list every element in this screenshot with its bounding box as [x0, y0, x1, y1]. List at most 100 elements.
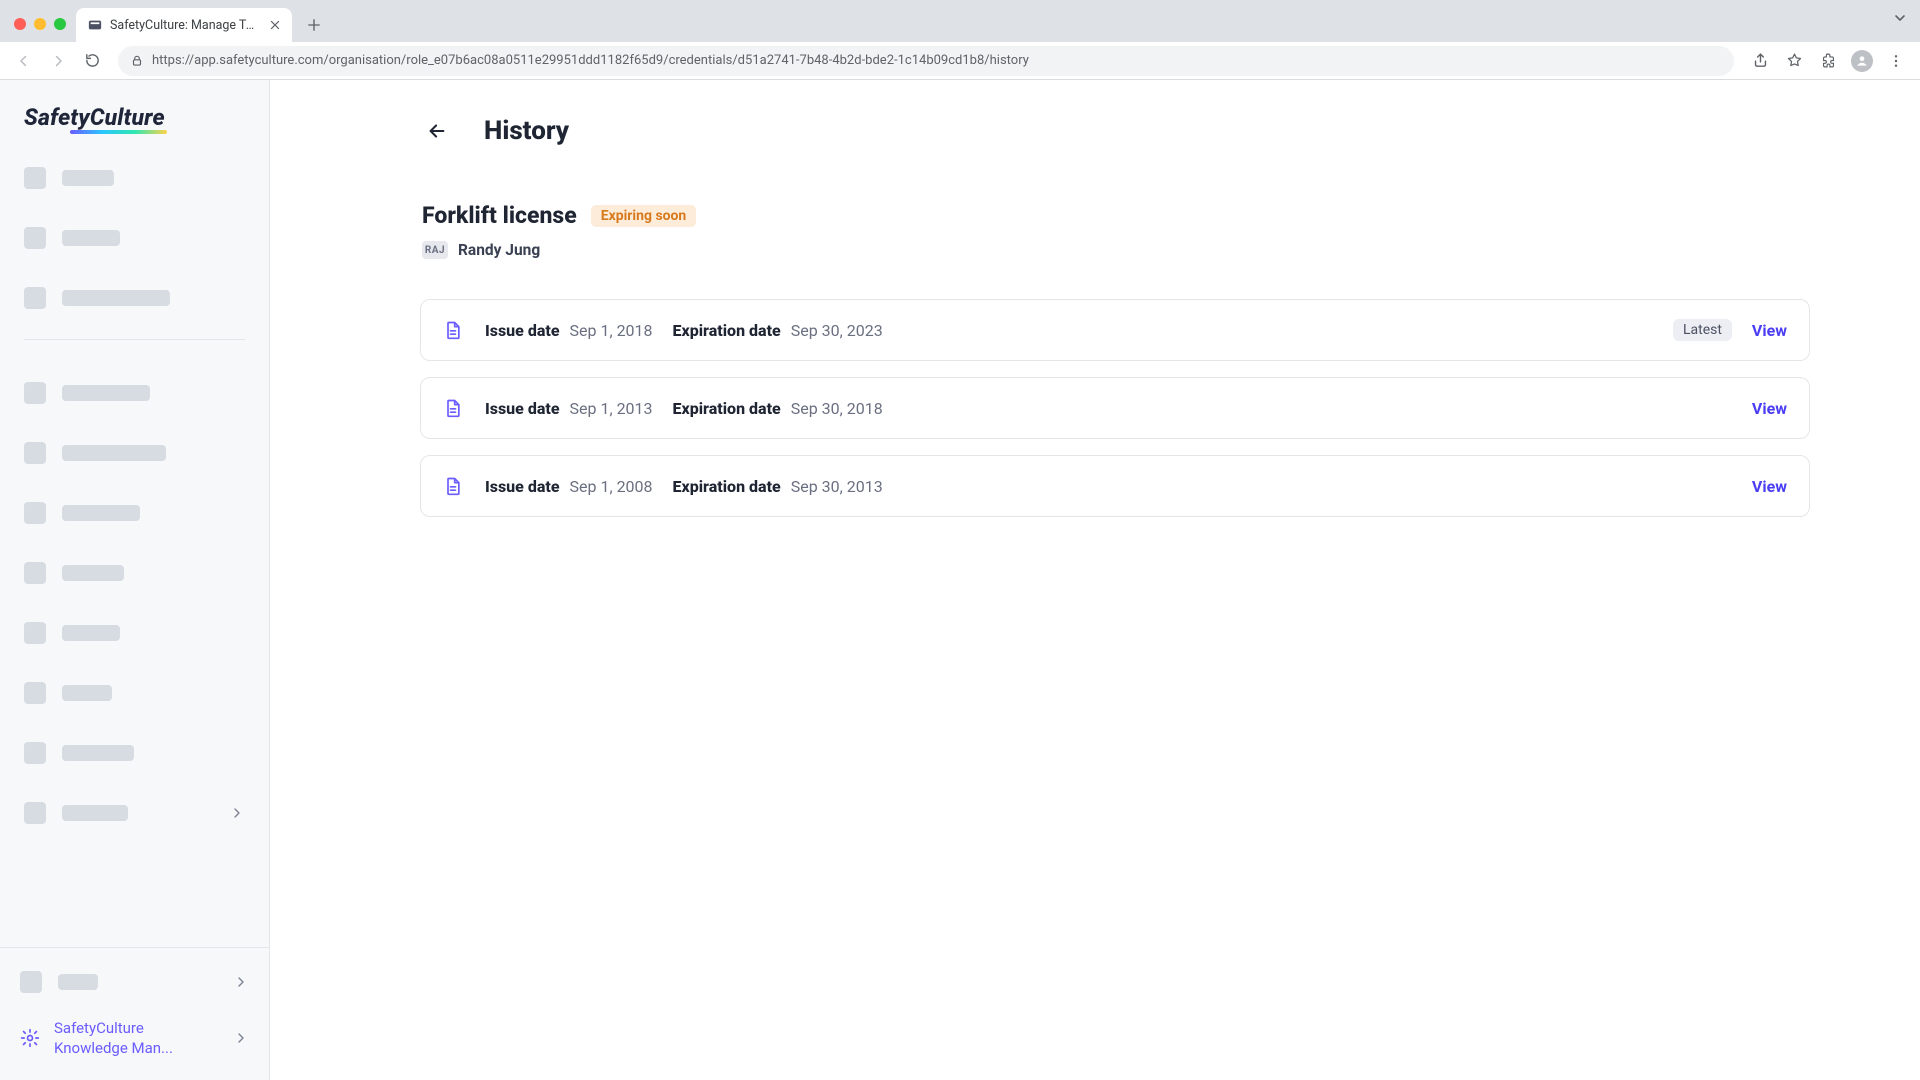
lock-icon — [130, 54, 144, 68]
tab-favicon-icon — [88, 18, 102, 32]
main-content: History Forklift license Expiring soon R… — [270, 80, 1920, 1080]
chevron-right-icon — [233, 974, 249, 990]
credential-header: Forklift license Expiring soon RAJ Randy… — [420, 202, 1810, 259]
latest-badge: Latest — [1673, 319, 1732, 341]
window-maximize-dot[interactable] — [54, 18, 66, 30]
history-list: Issue date Sep 1, 2018 Expiration date Sep … — [420, 299, 1810, 517]
skeleton-icon — [24, 562, 46, 584]
document-icon — [443, 318, 463, 342]
skeleton-icon — [24, 167, 46, 189]
issue-date-label: Issue date — [485, 477, 560, 496]
history-card: Issue dateSep 1, 2008Expiration dateSep … — [420, 455, 1810, 517]
brand-logo[interactable]: SafetyCulture — [24, 104, 165, 131]
new-tab-button[interactable] — [300, 11, 328, 39]
browser-chrome: SafetyCulture: Manage Teams and ... http… — [0, 0, 1920, 80]
tab-close-icon[interactable] — [268, 18, 282, 32]
address-bar[interactable]: https://app.safetyculture.com/organisati… — [118, 46, 1734, 76]
skeleton-label — [62, 745, 134, 761]
footer-skeleton-row[interactable] — [20, 960, 249, 1004]
expiration-date-label: Expiration date — [673, 477, 781, 496]
address-url: https://app.safetyculture.com/organisati… — [152, 53, 1029, 68]
browser-toolbar: https://app.safetyculture.com/organisati… — [0, 42, 1920, 80]
nav-skeleton-item[interactable] — [20, 215, 249, 261]
expiration-date-label: Expiration date — [673, 321, 781, 340]
chevron-right-icon — [229, 805, 245, 821]
browser-tab[interactable]: SafetyCulture: Manage Teams and ... — [76, 8, 292, 42]
sidebar-nav-secondary — [0, 364, 269, 842]
skeleton-icon — [24, 382, 46, 404]
nav-skeleton-item[interactable] — [20, 370, 249, 416]
view-link[interactable]: View — [1752, 477, 1787, 496]
nav-skeleton-item[interactable] — [20, 730, 249, 776]
tabs-overflow-icon[interactable] — [1894, 12, 1906, 24]
assignee-avatar: RAJ — [422, 241, 448, 259]
nav-separator — [24, 339, 245, 340]
sidebar-nav-primary — [0, 149, 269, 364]
brand-logo-text: SafetyCulture — [24, 104, 165, 131]
kebab-menu-icon[interactable] — [1882, 47, 1910, 75]
window-controls — [8, 18, 76, 42]
skeleton-label — [62, 445, 166, 461]
bookmark-icon[interactable] — [1780, 47, 1808, 75]
tab-title: SafetyCulture: Manage Teams and ... — [110, 18, 260, 33]
skeleton-label — [62, 565, 124, 581]
gear-icon — [20, 1028, 40, 1048]
history-card-dates: Issue dateSep 1, 2013Expiration dateSep … — [485, 399, 1787, 418]
expiration-date-label: Expiration date — [673, 399, 781, 418]
skeleton-icon — [24, 227, 46, 249]
skeleton-label — [62, 685, 112, 701]
nav-back-button[interactable] — [10, 47, 38, 75]
nav-skeleton-expandable[interactable] — [20, 790, 249, 836]
view-link[interactable]: View — [1752, 321, 1787, 340]
page-header: History — [420, 114, 1810, 148]
window-minimize-dot[interactable] — [34, 18, 46, 30]
issue-date-label: Issue date — [485, 399, 560, 418]
app-root: SafetyCulture — [0, 80, 1920, 1080]
expiration-date-value: Sep 30, 2023 — [791, 321, 883, 340]
skeleton-icon — [24, 622, 46, 644]
nav-skeleton-item[interactable] — [20, 155, 249, 201]
nav-skeleton-item[interactable] — [20, 610, 249, 656]
tab-strip: SafetyCulture: Manage Teams and ... — [0, 0, 1920, 42]
history-card-dates: Issue dateSep 1, 2008Expiration dateSep … — [485, 477, 1787, 496]
history-card: Issue date Sep 1, 2018 Expiration date Sep … — [420, 299, 1810, 361]
share-icon[interactable] — [1746, 47, 1774, 75]
nav-skeleton-item[interactable] — [20, 490, 249, 536]
skeleton-label — [62, 385, 150, 401]
back-button[interactable] — [420, 114, 454, 148]
extensions-icon[interactable] — [1814, 47, 1842, 75]
skeleton-icon — [24, 287, 46, 309]
issue-date-value: Sep 1, 2018 — [570, 321, 653, 340]
nav-reload-button[interactable] — [78, 47, 106, 75]
footer-knowledge-link[interactable]: SafetyCulture Knowledge Man... — [20, 1016, 249, 1060]
footer-knowledge-label: SafetyCulture Knowledge Man... — [54, 1018, 204, 1059]
skeleton-icon — [24, 502, 46, 524]
skeleton-label — [62, 805, 128, 821]
skeleton-label — [62, 230, 120, 246]
issue-date-value: Sep 1, 2013 — [570, 399, 653, 418]
nav-skeleton-item[interactable] — [20, 430, 249, 476]
view-link[interactable]: View — [1752, 399, 1787, 418]
skeleton-label — [62, 170, 114, 186]
nav-skeleton-item[interactable] — [20, 550, 249, 596]
skeleton-label — [62, 625, 120, 641]
assignee-name: Randy Jung — [458, 241, 540, 259]
sidebar: SafetyCulture — [0, 80, 270, 1080]
status-badge: Expiring soon — [591, 205, 697, 227]
sidebar-footer: SafetyCulture Knowledge Man... — [0, 947, 269, 1080]
brand-logo-underline — [70, 130, 167, 134]
chevron-right-icon — [233, 1030, 249, 1046]
profile-avatar[interactable] — [1848, 47, 1876, 75]
nav-skeleton-item[interactable] — [20, 275, 249, 321]
nav-skeleton-item[interactable] — [20, 670, 249, 716]
skeleton-label — [62, 505, 140, 521]
nav-forward-button[interactable] — [44, 47, 72, 75]
skeleton-icon — [24, 682, 46, 704]
skeleton-icon — [24, 802, 46, 824]
skeleton-label — [58, 974, 98, 990]
issue-date-label: Issue date — [485, 321, 560, 340]
window-close-dot[interactable] — [14, 18, 26, 30]
skeleton-label — [62, 290, 170, 306]
document-icon — [443, 396, 463, 420]
document-icon — [443, 474, 463, 498]
